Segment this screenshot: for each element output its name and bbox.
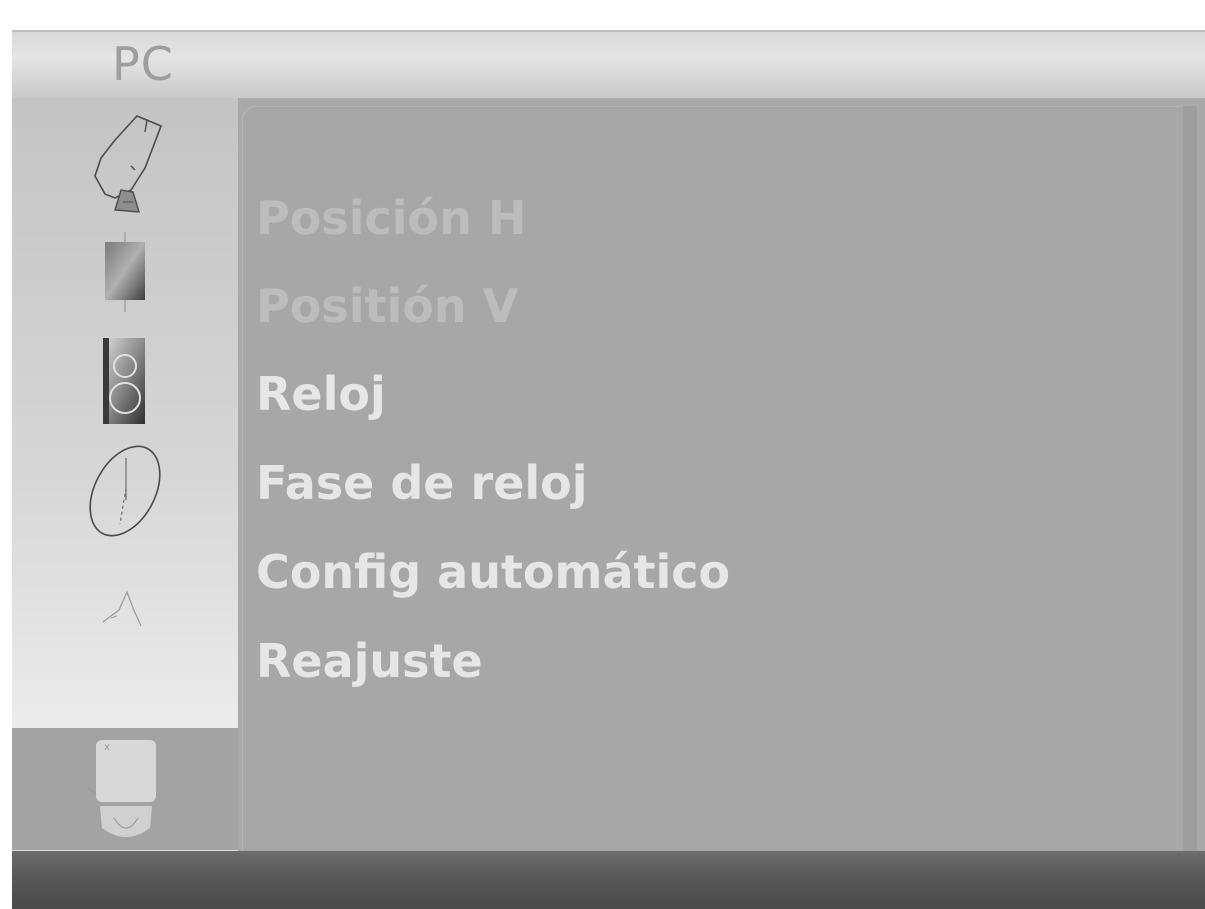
sidebar-item-picture[interactable] xyxy=(12,216,238,326)
sound-speaker-icon xyxy=(103,338,145,424)
menu-item-v-position[interactable]: Positión V xyxy=(256,276,518,336)
sidebar-item-pc[interactable]: x xyxy=(12,728,238,850)
menu-item-clock-phase[interactable]: Fase de reloj xyxy=(256,453,588,513)
satellite-dish-icon xyxy=(94,115,163,213)
osd-menu-window: PC x Posición H Positión V Reloj Fase de… xyxy=(12,30,1205,909)
menu-item-h-position[interactable]: Posición H xyxy=(256,188,526,248)
category-sidebar: x xyxy=(12,98,238,851)
menu-item-clock[interactable]: Reloj xyxy=(256,364,386,424)
menu-title: PC xyxy=(112,37,174,91)
sidebar-item-sound[interactable] xyxy=(12,326,238,436)
bottom-bar xyxy=(12,851,1205,909)
title-bar: PC xyxy=(12,30,1205,98)
svg-text:x: x xyxy=(104,742,110,753)
menu-content-panel: Posición H Positión V Reloj Fase de relo… xyxy=(242,106,1197,851)
sidebar-item-time[interactable] xyxy=(12,436,238,546)
sidebar-item-station[interactable] xyxy=(12,106,238,216)
sidebar-item-special[interactable] xyxy=(12,546,238,656)
special-option-icon xyxy=(102,590,142,627)
picture-square-icon xyxy=(105,232,145,312)
clock-time-icon xyxy=(89,445,161,537)
menu-item-auto-config[interactable]: Config automático xyxy=(256,542,730,602)
menu-item-reset[interactable]: Reajuste xyxy=(256,631,483,691)
pc-monitor-icon: x xyxy=(87,740,156,837)
